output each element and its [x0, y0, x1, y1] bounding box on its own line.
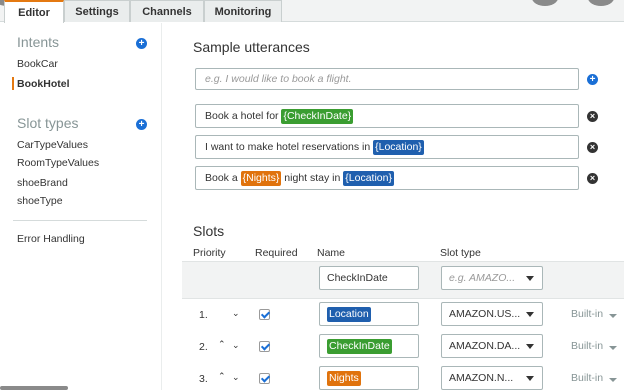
slot-name-tag: CheckInDate — [327, 338, 392, 354]
sample-utterances-heading: Sample utterances — [193, 39, 310, 55]
main-panel: Sample utterances e.g. I would like to b… — [162, 23, 624, 390]
builtin-label[interactable]: Built-in — [571, 308, 603, 320]
utterance-row[interactable]: Book a {Nights} night stay in {Location} — [195, 166, 579, 190]
intents-heading: Intents — [17, 34, 60, 50]
slot-types-heading: Slot types — [17, 115, 79, 131]
slot-name-field[interactable]: Location — [319, 302, 419, 326]
remove-utterance-icon[interactable]: × — [587, 173, 598, 184]
window-control — [588, 0, 614, 6]
required-checkbox[interactable] — [259, 373, 270, 384]
slot-type-value: AMAZON.N... — [449, 372, 514, 384]
active-indicator — [12, 77, 14, 90]
sidebar-item-shoetype[interactable]: shoeType — [17, 195, 63, 207]
sidebar-item-bookhotel[interactable]: BookHotel — [17, 78, 70, 90]
slots-heading: Slots — [193, 223, 225, 239]
new-slot-type-select[interactable]: e.g. AMAZO... — [441, 266, 543, 290]
move-down-icon[interactable]: ⌄ — [232, 372, 240, 383]
chevron-down-icon — [526, 276, 534, 281]
slot-priority: 3. — [199, 373, 208, 385]
slot-type-column-header: Slot type — [440, 247, 481, 259]
required-column-header: Required — [255, 247, 298, 259]
sidebar-item-cartypevalues[interactable]: CarTypeValues — [17, 139, 88, 151]
slot-tag-checkindate[interactable]: {CheckInDate} — [281, 108, 354, 124]
tab-label: Monitoring — [214, 5, 272, 18]
move-up-icon[interactable]: ⌃ — [218, 371, 226, 382]
slot-name-tag: Nights — [327, 370, 361, 386]
move-down-icon[interactable]: ⌄ — [232, 340, 240, 351]
slot-type-select[interactable]: AMAZON.DA... — [441, 334, 543, 358]
slot-name-tag: Location — [327, 306, 371, 322]
remove-utterance-icon[interactable]: × — [587, 111, 598, 122]
tab-editor[interactable]: Editor — [4, 0, 64, 23]
priority-column-header: Priority — [193, 247, 226, 259]
slot-priority: 2. — [199, 341, 208, 353]
builtin-label[interactable]: Built-in — [571, 340, 603, 352]
window-control — [532, 0, 558, 6]
tab-channels[interactable]: Channels — [130, 0, 204, 22]
remove-utterance-icon[interactable]: × — [587, 142, 598, 153]
sidebar-item-shoebrand[interactable]: shoeBrand — [17, 177, 68, 189]
slot-priority: 1. — [199, 309, 208, 321]
slot-name-field[interactable]: CheckInDate — [319, 334, 419, 358]
slot-name-field[interactable]: Nights — [319, 366, 419, 390]
divider — [13, 220, 147, 221]
sidebar-item-error-handling[interactable]: Error Handling — [17, 233, 85, 245]
sidebar: Intents + BookCar BookHotel Slot types +… — [0, 23, 162, 390]
slot-type-select[interactable]: AMAZON.N... — [441, 366, 543, 390]
add-slot-type-icon[interactable]: + — [136, 119, 147, 130]
required-checkbox[interactable] — [259, 341, 270, 352]
utterance-input[interactable]: e.g. I would like to book a flight. — [195, 68, 579, 90]
slot-type-value: AMAZON.US... — [449, 308, 521, 320]
chevron-down-icon[interactable] — [609, 314, 617, 318]
chevron-down-icon[interactable] — [609, 378, 617, 382]
add-utterance-icon[interactable]: + — [587, 74, 598, 85]
tab-label: Channels — [142, 5, 192, 18]
slot-tag-location[interactable]: {Location} — [373, 139, 424, 155]
tab-monitoring[interactable]: Monitoring — [204, 0, 282, 22]
move-up-icon[interactable]: ⌃ — [218, 339, 226, 350]
utterance-row[interactable]: I want to make hotel reservations in {Lo… — [195, 135, 579, 159]
sidebar-item-bookcar[interactable]: BookCar — [17, 58, 58, 70]
move-down-icon[interactable]: ⌄ — [232, 308, 240, 319]
utterance-row[interactable]: Book a hotel for {CheckInDate} — [195, 104, 579, 128]
tab-settings[interactable]: Settings — [64, 0, 130, 22]
tab-label: Settings — [75, 5, 119, 18]
slot-tag-nights[interactable]: {Nights} — [240, 170, 282, 186]
tab-label: Editor — [18, 6, 50, 19]
chevron-down-icon[interactable] — [609, 346, 617, 350]
utterance-text: I want to make hotel reservations in — [205, 141, 374, 153]
name-column-header: Name — [317, 247, 346, 259]
required-checkbox[interactable] — [259, 309, 270, 320]
slot-tag-location[interactable]: {Location} — [343, 170, 394, 186]
new-slot-name-input[interactable]: CheckInDate — [319, 266, 419, 290]
chevron-down-icon — [526, 312, 534, 317]
chevron-down-icon — [526, 376, 534, 381]
utterance-text: Book a hotel for — [205, 110, 282, 122]
utterance-text: night stay in — [281, 172, 344, 184]
tab-bar: Editor Settings Channels Monitoring — [0, 0, 624, 23]
utterance-text: Book a — [205, 172, 241, 184]
add-intent-icon[interactable]: + — [136, 38, 147, 49]
chevron-down-icon — [526, 344, 534, 349]
new-slot-type-placeholder: e.g. AMAZO... — [449, 272, 516, 284]
builtin-label[interactable]: Built-in — [571, 372, 603, 384]
sidebar-item-roomtypevalues[interactable]: RoomTypeValues — [17, 157, 99, 169]
new-slot-name-value: CheckInDate — [327, 272, 388, 284]
slot-type-value: AMAZON.DA... — [449, 340, 521, 352]
slot-type-select[interactable]: AMAZON.US... — [441, 302, 543, 326]
horizontal-scrollbar[interactable] — [0, 386, 68, 390]
